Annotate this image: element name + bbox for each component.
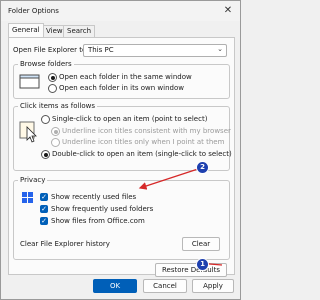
window-title: Folder Options [8,7,59,15]
option-double-click: Double-click to open an item (single-cli… [52,150,232,158]
folder-options-window: Folder Options ✕ General View Search Ope… [0,0,241,300]
option-underline-point: Underline icon titles only when I point … [62,138,225,146]
click-items-legend: Click items as follows [18,102,98,110]
option-same-window: Open each folder in the same window [59,73,192,81]
click-items-icon [19,121,37,143]
privacy-legend: Privacy [18,176,48,184]
ok-button[interactable]: OK [93,279,137,293]
annotation-badge-1: 1 [196,258,209,271]
browse-folders-icon [19,74,40,89]
general-tab-panel: Open File Explorer to: This PC ⌄ Browse … [8,37,235,277]
checkbox-recent-files[interactable]: ✓ [40,193,48,201]
clear-history-label: Clear File Explorer history [20,240,110,248]
radio-underline-point[interactable] [51,138,60,147]
option-office-files: Show files from Office.com [51,217,145,225]
privacy-group: Privacy ✓ Show recently used files ✓ Sho… [13,176,230,260]
browse-folders-legend: Browse folders [18,60,74,68]
close-icon[interactable]: ✕ [220,4,236,18]
option-underline-consistent: Underline icon titles consistent with my… [62,127,231,135]
radio-double-click[interactable] [41,150,50,159]
tab-general[interactable]: General [8,23,44,37]
option-own-window: Open each folder in its own window [59,84,184,92]
click-items-group: Click items as follows Single-click to o… [13,102,232,171]
checkbox-office-files[interactable]: ✓ [40,217,48,225]
option-frequent-folders: Show frequently used folders [51,205,154,213]
privacy-shield-icon [22,192,33,203]
radio-underline-consistent[interactable] [51,127,60,136]
open-explorer-dropdown[interactable]: This PC ⌄ [83,44,227,57]
radio-own-window[interactable] [48,84,57,93]
open-explorer-label: Open File Explorer to: [13,46,89,54]
radio-single-click[interactable] [41,115,50,124]
cancel-button[interactable]: Cancel [143,279,187,293]
option-recent-files: Show recently used files [51,193,137,201]
restore-defaults-button[interactable]: Restore Defaults [155,263,227,277]
radio-same-window[interactable] [48,73,57,82]
clear-button[interactable]: Clear [182,237,220,251]
checkbox-frequent-folders[interactable]: ✓ [40,205,48,213]
apply-button[interactable]: Apply [192,279,234,293]
annotation-badge-2: 2 [196,161,209,174]
browse-folders-group: Browse folders Open each folder in the s… [13,60,230,99]
option-single-click: Single-click to open an item (point to s… [52,115,208,123]
open-explorer-value: This PC [88,46,114,54]
dropdown-chevron-icon: ⌄ [217,45,223,53]
title-bar: Folder Options ✕ [1,1,240,21]
tab-search[interactable]: Search [63,25,96,37]
